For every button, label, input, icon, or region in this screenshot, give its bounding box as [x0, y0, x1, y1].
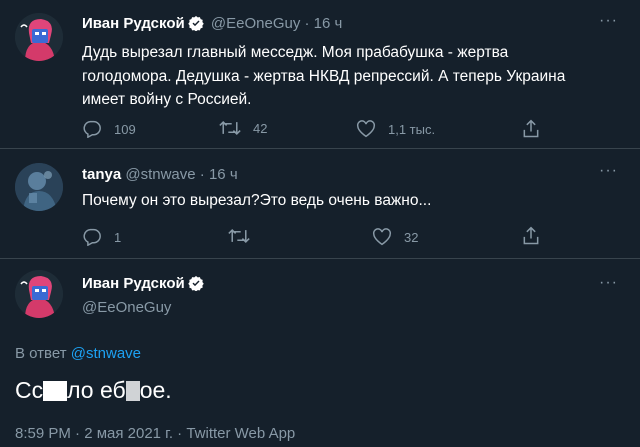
- heart-icon: [373, 228, 391, 246]
- censor-block: [125, 381, 140, 401]
- reply-count: 1: [114, 229, 122, 245]
- share-icon: [523, 226, 539, 245]
- author-handle[interactable]: @EeOneGuy: [82, 299, 171, 316]
- share-button[interactable]: [521, 119, 541, 144]
- more-options-icon[interactable]: ···: [599, 162, 618, 180]
- retweet-button[interactable]: [228, 228, 262, 244]
- tweet-timestamp[interactable]: 8:59 PM · 2 мая 2021 г. · Twitter Web Ap…: [15, 425, 295, 442]
- reply-prefix: В ответ: [15, 345, 67, 362]
- reply-count: 109: [114, 121, 136, 137]
- like-count: 1,1 тыс.: [388, 121, 436, 137]
- censor-block: [43, 381, 68, 401]
- author-line: tanya @stnwave · 16 ч: [82, 166, 238, 183]
- reply-context: В ответ @stnwave: [15, 345, 141, 362]
- retweet-button[interactable]: 42: [219, 120, 267, 136]
- more-options-icon[interactable]: ···: [599, 12, 618, 30]
- avatar[interactable]: [15, 13, 63, 61]
- share-icon: [523, 119, 539, 138]
- tweet-text: Почему он это вырезал?Это ведь очень важ…: [82, 192, 432, 209]
- tweet-text: Дудь вырезал главный месседж. Моя прабаб…: [82, 41, 565, 112]
- like-count: 32: [404, 229, 419, 245]
- author-name[interactable]: Иван Рудской: [82, 15, 185, 32]
- author-name[interactable]: Иван Рудской: [82, 275, 185, 292]
- author-line: Иван Рудской @EeOneGuy · 16 ч: [82, 15, 342, 35]
- like-button[interactable]: 1,1 тыс.: [356, 120, 435, 138]
- author-handle[interactable]: @EeOneGuy: [211, 15, 300, 32]
- tweet-time[interactable]: 16 ч: [314, 15, 343, 32]
- separator-dot: ·: [199, 166, 205, 183]
- reply-button[interactable]: 1: [82, 228, 121, 246]
- tweet-text-line: Дудь вырезал главный месседж. Моя прабаб…: [82, 44, 509, 61]
- heart-icon: [357, 120, 375, 138]
- verified-icon: [187, 275, 204, 295]
- avatar[interactable]: [15, 163, 63, 211]
- tweet-text-part: ло еб: [67, 377, 126, 403]
- avatar-image: [15, 270, 63, 318]
- tweet-2[interactable]: tanya @stnwave · 16 ч ··· Почему он это …: [0, 149, 640, 258]
- retweet-icon: [228, 228, 250, 244]
- tweet-text-line: имеет войну с Россией.: [82, 91, 252, 108]
- avatar[interactable]: [15, 270, 63, 318]
- author-name-line: Иван Рудской: [82, 275, 207, 295]
- tweet-text-part: Сс: [15, 377, 44, 403]
- tweet-text-part: ое.: [139, 377, 172, 403]
- avatar-image: [15, 163, 63, 211]
- retweet-count: 42: [253, 120, 268, 136]
- tweet-3-focused[interactable]: Иван Рудской @EeOneGuy ··· В ответ @stnw…: [0, 259, 640, 447]
- tweet-1[interactable]: Иван Рудской @EeOneGuy · 16 ч ··· Дудь в…: [0, 0, 640, 148]
- retweet-icon: [219, 120, 241, 136]
- share-button[interactable]: [521, 226, 541, 251]
- tweet-time[interactable]: 16 ч: [209, 166, 238, 183]
- separator-dot: ·: [304, 15, 310, 32]
- tweet-text: Сс ло еб ое.: [15, 377, 172, 404]
- reply-to-link[interactable]: @stnwave: [71, 345, 141, 362]
- author-handle[interactable]: @stnwave: [125, 166, 195, 183]
- more-options-icon[interactable]: ···: [599, 274, 618, 292]
- tweet-text-line: голодомора. Дедушка - жертва НКВД репрес…: [82, 67, 566, 85]
- verified-icon: [187, 15, 204, 35]
- reply-icon: [83, 228, 101, 246]
- reply-button[interactable]: 109: [82, 120, 136, 138]
- like-button[interactable]: 32: [372, 228, 418, 246]
- author-name[interactable]: tanya: [82, 166, 121, 183]
- reply-icon: [83, 120, 101, 138]
- avatar-image: [15, 13, 63, 61]
